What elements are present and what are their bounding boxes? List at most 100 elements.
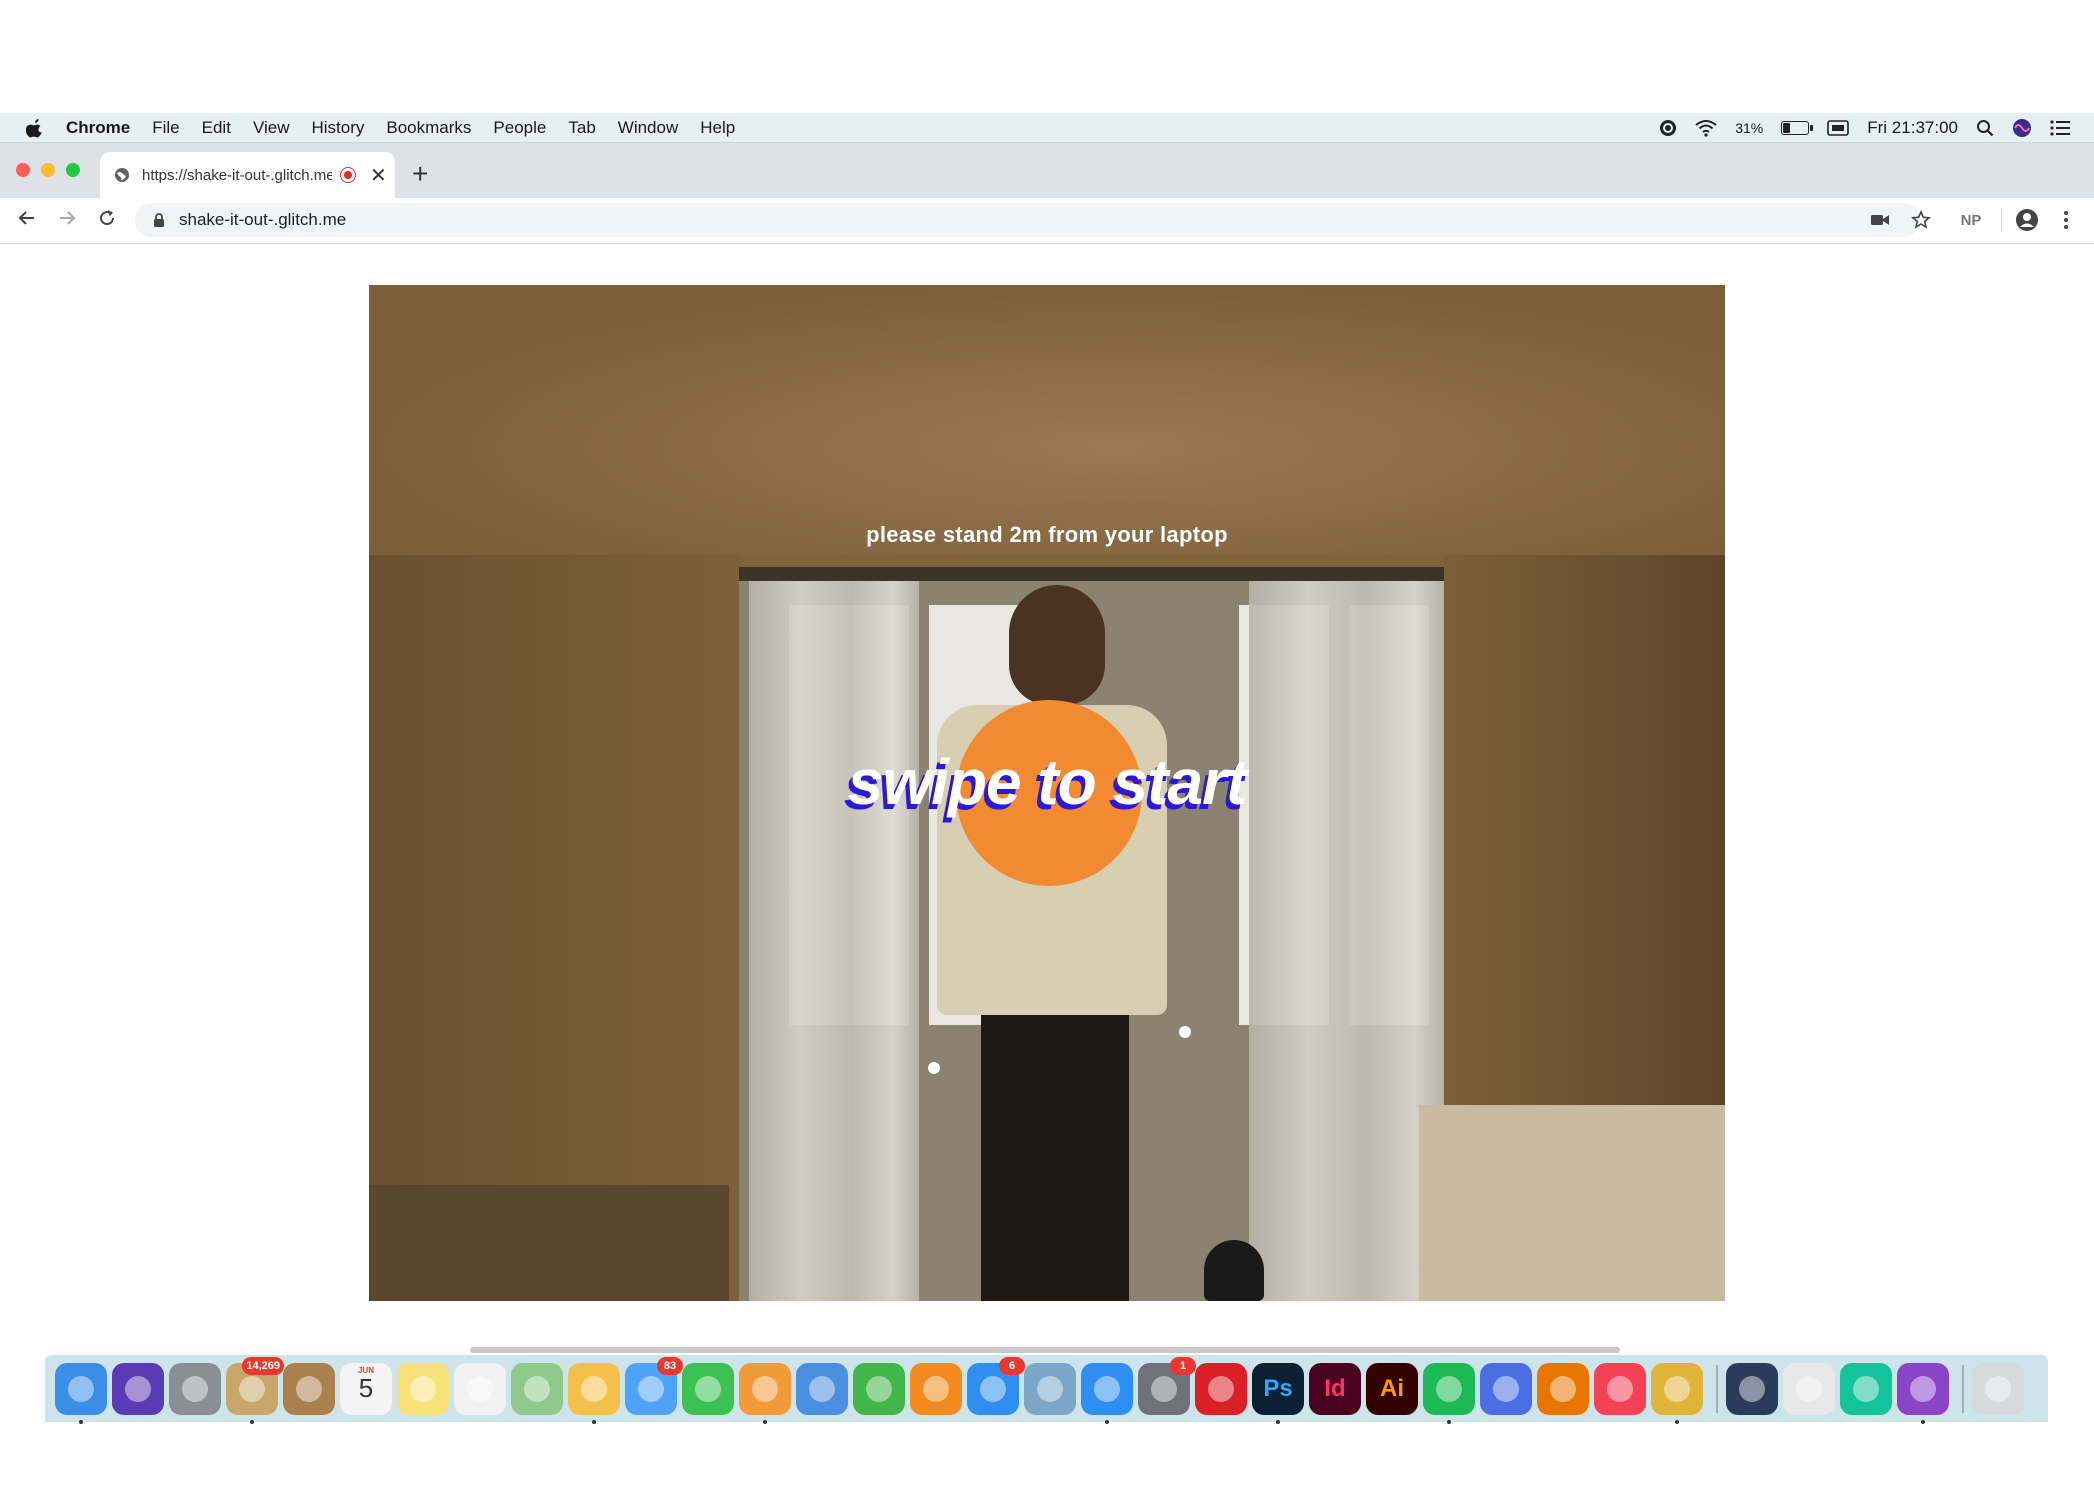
person-head bbox=[1009, 585, 1105, 705]
dock-badge: 6 bbox=[999, 1356, 1025, 1375]
curtain bbox=[1249, 581, 1444, 1301]
dock-badge: 14,269 bbox=[242, 1356, 284, 1375]
notification-center-icon[interactable] bbox=[2050, 119, 2070, 136]
menu-edit[interactable]: Edit bbox=[202, 118, 231, 138]
app-store-icon bbox=[980, 1375, 1006, 1402]
battery-icon[interactable] bbox=[1781, 120, 1814, 135]
dock-illustrator[interactable]: Ai bbox=[1366, 1362, 1418, 1415]
globe-icon bbox=[115, 168, 129, 182]
swipe-to-start-title: swipe to start bbox=[847, 746, 1248, 818]
apple-menu-icon[interactable] bbox=[26, 118, 44, 138]
dock-maps[interactable] bbox=[511, 1362, 563, 1415]
dock-creative-cloud[interactable] bbox=[1195, 1362, 1247, 1415]
dock-books[interactable] bbox=[910, 1362, 962, 1415]
dock-quicktime[interactable] bbox=[1726, 1362, 1778, 1415]
camera-in-use-icon[interactable] bbox=[1866, 205, 1894, 235]
maps-icon bbox=[524, 1375, 550, 1402]
dock-contacts[interactable] bbox=[283, 1362, 335, 1415]
dock-facetime[interactable] bbox=[682, 1362, 734, 1415]
gear-icon bbox=[1151, 1375, 1177, 1402]
menu-app-name[interactable]: Chrome bbox=[66, 118, 130, 138]
grammarly-icon bbox=[1853, 1375, 1879, 1402]
dock-spotify[interactable] bbox=[1423, 1362, 1475, 1424]
dock-pages[interactable] bbox=[739, 1362, 791, 1424]
wifi-icon[interactable] bbox=[1695, 119, 1717, 137]
address-bar[interactable]: shake-it-out-.glitch.me bbox=[135, 203, 1920, 237]
dock-trash[interactable] bbox=[1972, 1362, 2024, 1415]
dock-finder[interactable] bbox=[55, 1362, 107, 1424]
dock-messages[interactable]: 83 bbox=[625, 1356, 683, 1415]
running-indicator bbox=[763, 1419, 767, 1424]
menu-help[interactable]: Help bbox=[700, 118, 735, 138]
spotlight-search-icon[interactable] bbox=[1976, 119, 1994, 137]
display-mirroring-icon[interactable] bbox=[1827, 119, 1850, 136]
spotify-icon bbox=[1436, 1375, 1462, 1402]
bookmark-star-icon[interactable] bbox=[1906, 205, 1936, 235]
dock-siri[interactable] bbox=[112, 1362, 164, 1415]
dock-notes[interactable] bbox=[397, 1362, 449, 1415]
window-minimize-button[interactable] bbox=[41, 163, 55, 177]
dock-system-preferences[interactable]: 1 bbox=[1138, 1356, 1196, 1415]
tab-title: https://shake-it-out-.glitch.me bbox=[142, 166, 332, 184]
right-hand-tracker-dot bbox=[1179, 1026, 1191, 1038]
chrome-menu-icon[interactable] bbox=[2056, 205, 2076, 235]
dock-sketch-app[interactable] bbox=[1480, 1362, 1532, 1415]
menu-view[interactable]: View bbox=[253, 118, 290, 138]
siri-icon[interactable] bbox=[2012, 118, 2032, 138]
menu-bar: Chrome File Edit View History Bookmarks … bbox=[0, 113, 2094, 143]
menu-window[interactable]: Window bbox=[618, 118, 678, 138]
facetime-icon bbox=[695, 1375, 721, 1402]
webcam-game-canvas[interactable]: please stand 2m from your laptop swipe t… bbox=[369, 285, 1725, 1301]
extension-np[interactable]: NP bbox=[1954, 205, 1988, 235]
dock-blender[interactable] bbox=[1537, 1362, 1589, 1415]
dock-textedit[interactable] bbox=[1783, 1362, 1835, 1415]
dock-app-store[interactable]: 6 bbox=[967, 1356, 1025, 1415]
menu-bookmarks[interactable]: Bookmarks bbox=[386, 118, 471, 138]
menu-tab[interactable]: Tab bbox=[568, 118, 595, 138]
dock-chrome[interactable] bbox=[1651, 1362, 1703, 1424]
dock-badge: 83 bbox=[657, 1356, 683, 1375]
back-arrow-icon bbox=[18, 211, 34, 225]
lock-icon[interactable] bbox=[153, 212, 165, 228]
dock-reminders[interactable] bbox=[454, 1362, 506, 1415]
dock-preview[interactable] bbox=[1024, 1362, 1076, 1415]
trash-icon bbox=[1985, 1375, 2011, 1402]
new-tab-button[interactable]: + bbox=[412, 158, 428, 190]
dock-calendar[interactable]: 5 JUN bbox=[340, 1362, 392, 1415]
dock-keynote[interactable] bbox=[796, 1362, 848, 1415]
menu-history[interactable]: History bbox=[311, 118, 364, 138]
dock-github-desktop[interactable] bbox=[1897, 1362, 1949, 1424]
notes-icon bbox=[410, 1375, 436, 1402]
dock-safari[interactable] bbox=[1081, 1362, 1133, 1424]
curtain-rod bbox=[739, 567, 1444, 581]
window-zoom-button[interactable] bbox=[66, 163, 80, 177]
menu-file[interactable]: File bbox=[152, 118, 179, 138]
window-close-button[interactable] bbox=[16, 163, 30, 177]
forward-button[interactable] bbox=[53, 204, 81, 232]
reminders-icon bbox=[467, 1375, 493, 1402]
back-button[interactable] bbox=[13, 204, 41, 232]
profile-avatar-icon[interactable] bbox=[2012, 205, 2042, 235]
recording-indicator-icon bbox=[340, 167, 356, 183]
creative-cloud-status-icon[interactable] bbox=[1659, 119, 1677, 137]
safari-icon bbox=[1094, 1375, 1120, 1402]
menubar-clock[interactable]: Fri 21:37:00 bbox=[1867, 118, 1958, 138]
webcam-ceiling bbox=[369, 285, 1725, 555]
tab-close-icon[interactable]: ✕ bbox=[370, 163, 387, 188]
quicktime-icon bbox=[1739, 1375, 1765, 1402]
illustrator-icon: Ai bbox=[1380, 1374, 1404, 1402]
dock-launchpad[interactable] bbox=[169, 1362, 221, 1415]
horizontal-scrollbar[interactable] bbox=[470, 1347, 1620, 1353]
dock-numbers[interactable] bbox=[853, 1362, 905, 1415]
dock-grammarly[interactable] bbox=[1840, 1362, 1892, 1415]
indesign-icon: Id bbox=[1324, 1374, 1346, 1402]
dock-photoshop[interactable]: Ps bbox=[1252, 1362, 1304, 1424]
dock-mail[interactable]: 14,269 bbox=[226, 1356, 284, 1424]
reload-button[interactable] bbox=[93, 204, 121, 232]
menu-people[interactable]: People bbox=[493, 118, 546, 138]
dock-photos[interactable] bbox=[568, 1362, 620, 1424]
dock-indesign[interactable]: Id bbox=[1309, 1362, 1361, 1415]
browser-tab[interactable]: https://shake-it-out-.glitch.me ✕ bbox=[100, 152, 395, 198]
dock-news[interactable] bbox=[1594, 1362, 1646, 1415]
kettlebell bbox=[1204, 1240, 1264, 1301]
